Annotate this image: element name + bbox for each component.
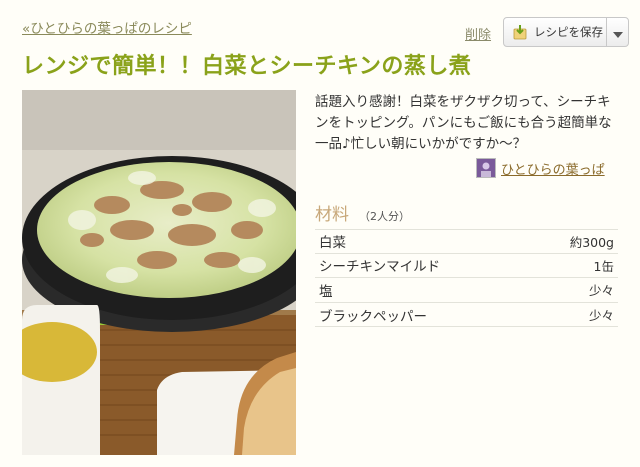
save-options-dropdown[interactable]	[606, 18, 628, 46]
save-recipe-group: レシピを保存	[503, 17, 629, 47]
recipe-photo	[22, 90, 296, 455]
ingredients-heading: 材料 （2人分）	[315, 200, 410, 225]
ingredient-qty: 少々	[588, 283, 614, 299]
ingredient-qty: 1缶	[593, 258, 614, 274]
recipe-description: 話題入り感謝！白菜をザクザク切って、シーチキンをトッピング。パンにもご飯にも合う…	[315, 94, 612, 152]
author-avatar	[476, 158, 496, 178]
delete-link[interactable]: 削除	[465, 24, 491, 43]
save-recipe-icon	[512, 24, 528, 40]
ingredient-row: 塩 少々	[315, 278, 618, 303]
ingredient-qty: 少々	[588, 308, 614, 324]
save-recipe-label: レシピを保存	[534, 25, 603, 39]
ingredients-title: 材料	[315, 205, 349, 225]
ingredient-row: ブラックペッパー 少々	[315, 303, 618, 328]
recipe-title: レンジで簡単！！白菜とシーチキンの蒸し煮	[22, 54, 472, 79]
ingredient-qty: 約300g	[569, 234, 614, 250]
ingredient-row: シーチキンマイルド 1缶	[315, 254, 618, 279]
author-link[interactable]: ひとひらの葉っぱ	[476, 158, 605, 178]
chevron-down-icon	[612, 23, 623, 42]
ingredient-name: ブラックペッパー	[319, 308, 427, 325]
ingredient-name: シーチキンマイルド	[319, 259, 441, 276]
save-recipe-button[interactable]: レシピを保存	[504, 18, 606, 46]
back-to-recipes-link[interactable]: «ひとひらの葉っぱのレシピ	[22, 17, 192, 37]
ingredients-list: 白菜 約300g シーチキンマイルド 1缶 塩 少々 ブラックペッパー 少々	[315, 229, 618, 328]
ingredient-name: 白菜	[319, 235, 346, 252]
ingredient-name: 塩	[319, 283, 333, 300]
servings-label: （2人分）	[359, 210, 410, 223]
ingredient-row: 白菜 約300g	[315, 229, 618, 254]
author-name: ひとひらの葉っぱ	[501, 162, 605, 178]
